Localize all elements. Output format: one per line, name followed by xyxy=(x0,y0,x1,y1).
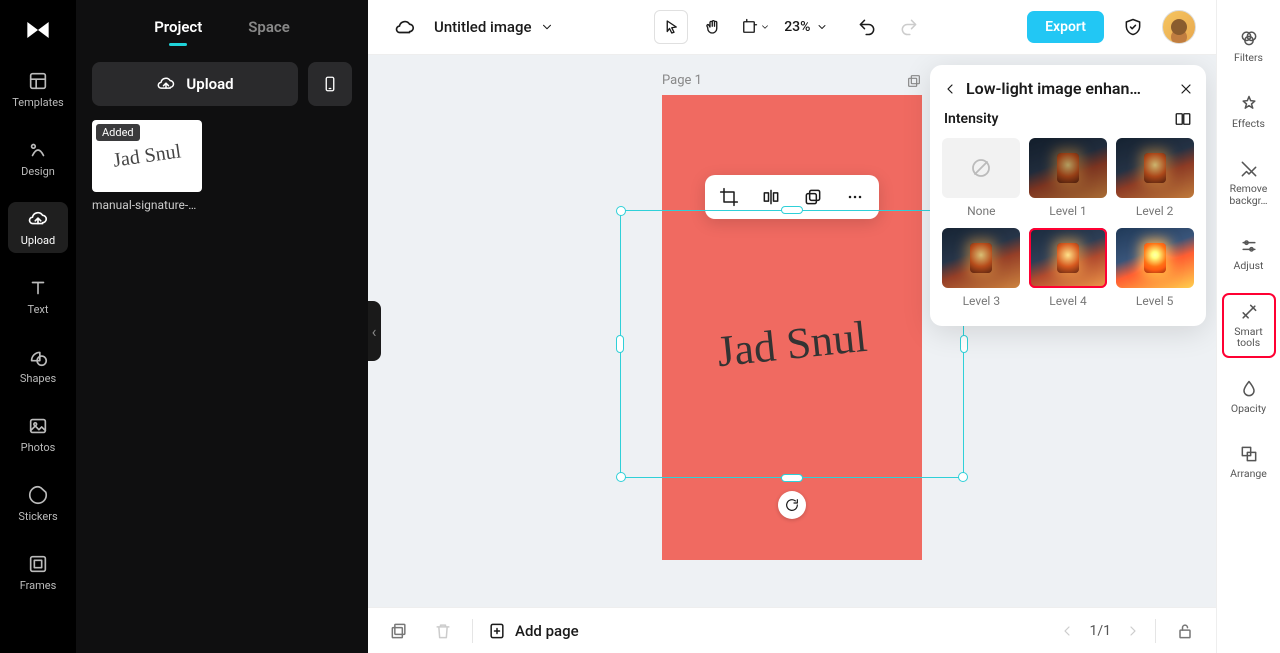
document-title[interactable]: Untitled image xyxy=(434,18,554,36)
rail-label: Stickers xyxy=(18,510,57,523)
rail-label: Text xyxy=(28,303,49,316)
rail-upload[interactable]: Upload xyxy=(8,202,68,253)
title-text: Untitled image xyxy=(434,18,532,36)
rail-shapes[interactable]: Shapes xyxy=(8,340,68,391)
prop-opacity[interactable]: Opacity xyxy=(1223,371,1275,423)
duplicate-button[interactable] xyxy=(799,183,827,211)
app-logo[interactable] xyxy=(22,14,54,46)
prop-remove-bg[interactable]: Remove backgr… xyxy=(1223,151,1275,214)
asset-signature-preview: Jad Snul xyxy=(112,140,183,172)
panel-collapse-toggle[interactable]: ‹ xyxy=(368,301,381,361)
page-number-label: Page 1 xyxy=(662,73,702,89)
chevron-down-icon xyxy=(816,21,828,33)
prop-adjust[interactable]: Adjust xyxy=(1223,228,1275,280)
added-badge: Added xyxy=(96,124,140,141)
prop-filters[interactable]: Filters xyxy=(1223,20,1275,72)
intensity-level-2[interactable]: Level 2 xyxy=(1115,138,1194,218)
properties-rail: Filters Effects Remove backgr… Adjust Sm… xyxy=(1216,0,1280,653)
intensity-level-3[interactable]: Level 3 xyxy=(942,228,1021,308)
resize-handle[interactable] xyxy=(958,472,968,482)
selected-image[interactable]: Jad Snul xyxy=(715,311,870,377)
compare-icon[interactable] xyxy=(1174,110,1192,128)
chevron-down-icon xyxy=(540,20,554,34)
resize-handle[interactable] xyxy=(616,206,626,216)
left-rail: Templates Design Upload Text Shapes Phot… xyxy=(0,0,76,653)
shield-icon[interactable] xyxy=(1116,10,1150,44)
tab-space[interactable]: Space xyxy=(248,18,290,36)
intensity-level-5[interactable]: Level 5 xyxy=(1115,228,1194,308)
resize-handle[interactable] xyxy=(960,335,968,353)
rail-stickers[interactable]: Stickers xyxy=(8,478,68,529)
device-button[interactable] xyxy=(308,62,352,106)
next-page[interactable] xyxy=(1125,623,1141,639)
export-button[interactable]: Export xyxy=(1027,11,1104,43)
tab-project[interactable]: Project xyxy=(154,18,202,36)
rail-frames[interactable]: Frames xyxy=(8,547,68,598)
zoom-control[interactable]: 23% xyxy=(784,19,828,35)
add-page-button[interactable]: Add page xyxy=(487,621,579,641)
lock-button[interactable] xyxy=(1170,616,1200,646)
selection-box[interactable]: Jad Snul xyxy=(620,210,964,478)
popup-title: Low-light image enhan… xyxy=(966,79,1170,98)
rotate-handle[interactable] xyxy=(778,491,806,519)
delete-button[interactable] xyxy=(428,616,458,646)
duplicate-page-icon[interactable] xyxy=(906,73,922,89)
topbar: Untitled image 23% Export xyxy=(368,0,1216,55)
user-avatar[interactable] xyxy=(1162,10,1196,44)
pager: 1/1 xyxy=(1059,623,1141,639)
rail-label: Templates xyxy=(12,96,63,109)
asset-thumb[interactable]: Added Jad Snul xyxy=(92,120,202,192)
prop-effects[interactable]: Effects xyxy=(1223,86,1275,138)
layers-button[interactable] xyxy=(384,616,414,646)
undo-button[interactable] xyxy=(850,10,884,44)
intensity-level-4[interactable]: Level 4 xyxy=(1029,228,1108,308)
prop-arrange[interactable]: Arrange xyxy=(1223,436,1275,488)
rail-label: Photos xyxy=(21,441,56,454)
resize-handle[interactable] xyxy=(781,206,803,214)
bottom-bar: Add page 1/1 xyxy=(368,607,1216,653)
intensity-none[interactable]: None xyxy=(942,138,1021,218)
rail-text[interactable]: Text xyxy=(8,271,68,322)
intensity-label: Intensity xyxy=(944,111,998,127)
intensity-popup: Low-light image enhan… Intensity None Le… xyxy=(930,65,1206,326)
zoom-value: 23% xyxy=(784,19,810,35)
rail-label: Design xyxy=(21,165,55,178)
rail-templates[interactable]: Templates xyxy=(8,64,68,115)
page-indicator: 1/1 xyxy=(1089,623,1111,639)
resize-handle[interactable] xyxy=(616,472,626,482)
page-header: Page 1 xyxy=(662,73,922,89)
add-page-label: Add page xyxy=(515,622,579,640)
rail-label: Upload xyxy=(21,234,55,247)
asset-item[interactable]: Added Jad Snul manual-signature-do… xyxy=(92,120,202,212)
canvas-stage[interactable]: ‹ Page 1 Jad Snul xyxy=(368,55,1216,607)
prev-page[interactable] xyxy=(1059,623,1075,639)
asset-filename: manual-signature-do… xyxy=(92,198,202,212)
resize-tool[interactable] xyxy=(738,10,772,44)
rail-photos[interactable]: Photos xyxy=(8,409,68,460)
project-panel: Project Space Upload Added Jad Snul manu… xyxy=(76,0,368,653)
close-icon[interactable] xyxy=(1178,81,1194,97)
hand-tool[interactable] xyxy=(696,10,730,44)
resize-handle[interactable] xyxy=(616,335,624,353)
upload-button[interactable]: Upload xyxy=(92,62,298,106)
crop-button[interactable] xyxy=(715,183,743,211)
cloud-icon[interactable] xyxy=(388,10,422,44)
resize-handle[interactable] xyxy=(781,474,803,482)
more-button[interactable] xyxy=(841,183,869,211)
prop-smart-tools[interactable]: Smart tools xyxy=(1223,294,1275,357)
rail-label: Shapes xyxy=(20,372,56,385)
rail-label: Frames xyxy=(20,579,57,592)
intensity-level-1[interactable]: Level 1 xyxy=(1029,138,1108,218)
panel-tabs: Project Space xyxy=(76,0,368,44)
rail-design[interactable]: Design xyxy=(8,133,68,184)
pointer-tool[interactable] xyxy=(654,10,688,44)
upload-label: Upload xyxy=(186,75,233,93)
back-icon[interactable] xyxy=(942,81,958,97)
main-area: Untitled image 23% Export ‹ Page 1 xyxy=(368,0,1216,653)
redo-button[interactable] xyxy=(892,10,926,44)
